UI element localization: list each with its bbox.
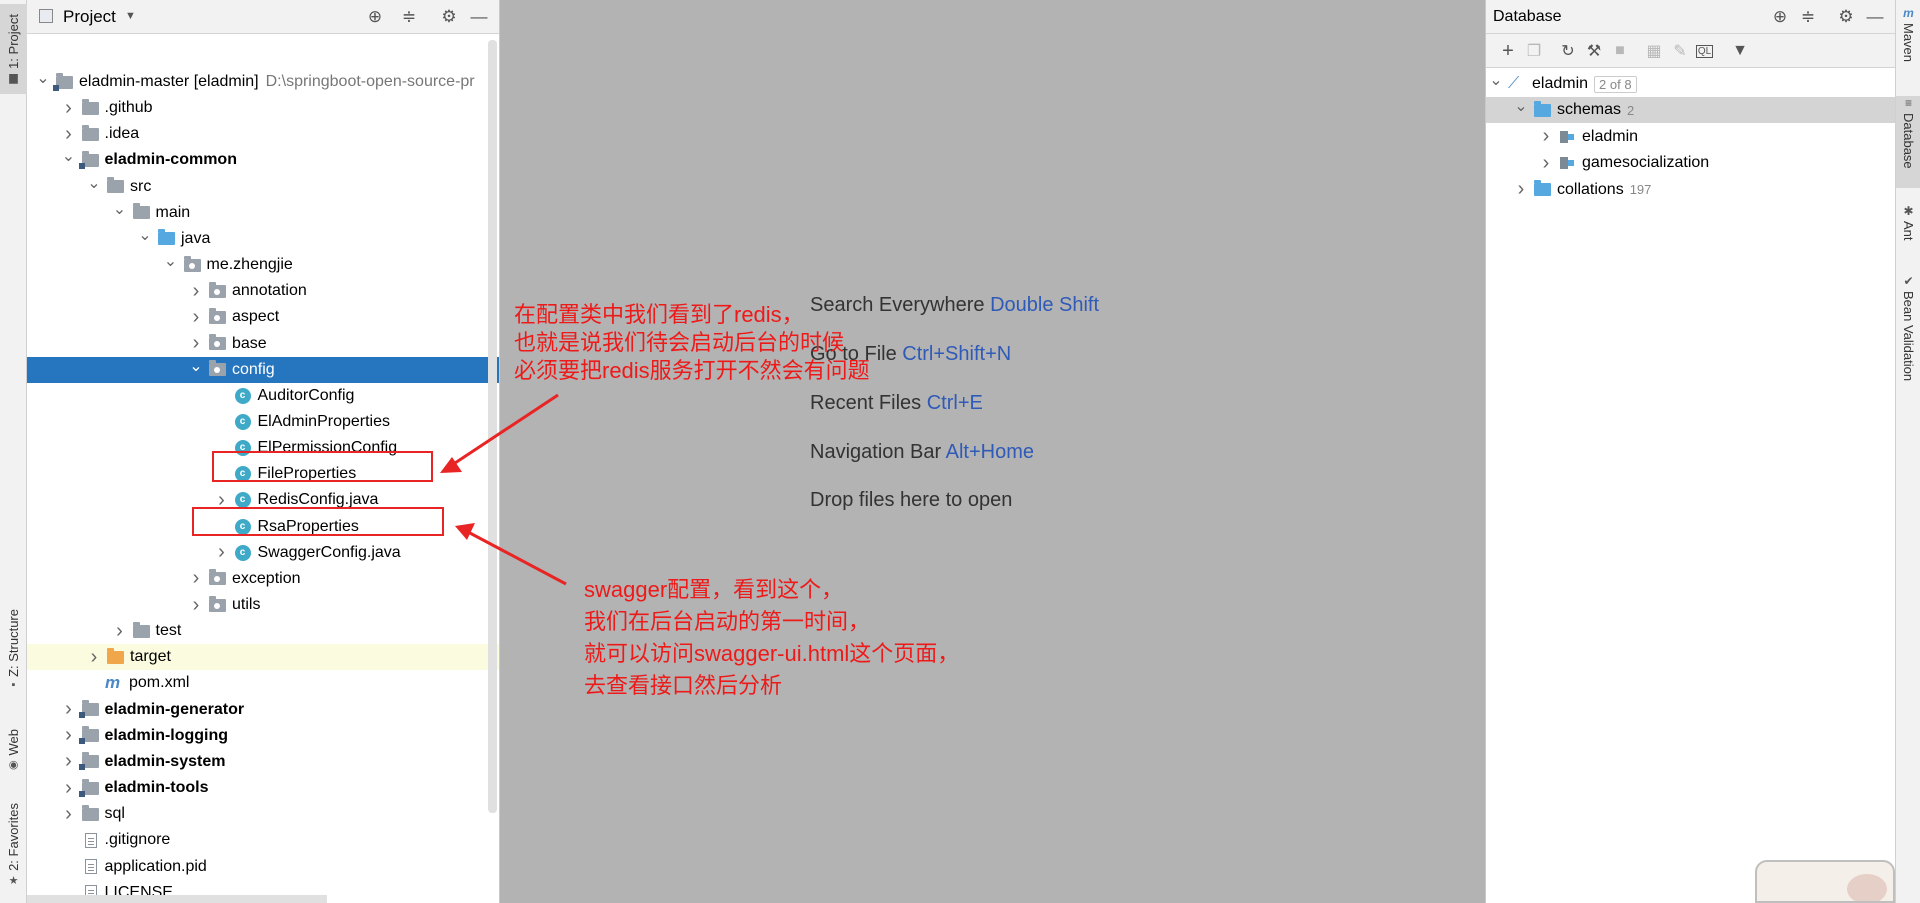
folder-icon [1534,100,1551,117]
db-tree-row[interactable]: › eladmin [1486,124,1895,150]
properties-icon[interactable]: ⚒ [1584,41,1604,61]
tab-bean-validation-label: Bean Validation [1901,291,1916,382]
minimize-icon[interactable]: — [1865,7,1885,27]
schema-icon [1558,129,1576,145]
db-tree-item-label: schemas [1557,101,1622,119]
schema-icon [1558,155,1576,171]
bean-validation-icon: ✔ [1903,274,1914,288]
ant-icon: ✱ [1903,204,1914,218]
db-tree-item-label: gamesocialization [1582,154,1710,172]
tab-bean-validation[interactable]: ✔ Bean Validation [1896,274,1920,400]
tab-ant[interactable]: ✱ Ant [1896,204,1920,256]
item-count: 197 [1629,182,1652,198]
tab-database-label: Database [1901,113,1916,169]
database-panel: Database ⊕ ≑ ⚙ — + ❐ ↻ ⚒ ■ ▦ ✎ QL ▼ ⌄ ⟋ el… [1485,0,1895,903]
filter-icon[interactable]: ▼ [1730,41,1750,61]
refresh-icon[interactable]: ↻ [1558,41,1578,61]
db-tree-item-label: eladmin [1582,127,1639,145]
collapse-all-icon[interactable]: ≑ [1798,7,1818,27]
database-panel-header: Database ⊕ ≑ ⚙ — [1486,0,1895,34]
database-title: Database [1493,8,1562,25]
mysql-datasource-icon: ⟋ [1508,75,1520,92]
tab-maven-label: Maven [1901,23,1916,63]
db-tree-row[interactable]: › collations 197 [1486,177,1895,203]
redis-arrow [451,393,559,467]
duplicate-icon[interactable]: ❐ [1524,41,1544,61]
chevron-down-icon[interactable]: ⌄ [1488,70,1504,90]
edit-icon[interactable]: ✎ [1670,41,1690,61]
chevron-right-icon[interactable]: › [1538,152,1554,175]
tab-ant-label: Ant [1901,221,1916,241]
globe-icon[interactable]: ⊕ [1770,7,1790,27]
console-icon[interactable]: QL [1696,45,1713,58]
database-icon: ≡ [1904,96,1912,110]
chevron-down-icon[interactable]: ⌄ [1513,96,1529,116]
gear-icon[interactable]: ⚙ [1836,7,1856,27]
database-toolbar: + ❐ ↻ ⚒ ■ ▦ ✎ QL ▼ [1486,34,1895,68]
tab-database[interactable]: ≡ Database [1896,96,1920,188]
db-tree-row[interactable]: ⌄ ⟋ eladmin 2 of 8 [1486,71,1895,97]
db-tree-item-label: eladmin [1532,75,1589,92]
swagger-arrow [467,530,567,586]
item-count: 2 [1627,102,1635,118]
right-tool-strip: m Maven ≡ Database ✱ Ant ✔ Bean Validati… [1895,0,1920,903]
swagger-arrowhead [455,523,475,540]
add-icon[interactable]: + [1498,40,1518,62]
table-icon[interactable]: ▦ [1644,41,1664,61]
folder-icon [1534,180,1551,197]
stop-icon[interactable]: ■ [1610,41,1630,61]
tab-maven[interactable]: m Maven [1896,6,1920,82]
chevron-right-icon[interactable]: › [1538,125,1554,148]
watermark-stamp [1755,860,1895,903]
item-count: 2 of 8 [1594,75,1637,93]
db-tree-item-label: collations [1557,180,1624,198]
chevron-right-icon[interactable]: › [1513,178,1529,201]
db-tree-row[interactable]: ⌄ schemas 2 [1486,96,1895,124]
db-tree-row[interactable]: › gamesocialization [1486,150,1895,176]
maven-icon: m [1903,6,1914,20]
